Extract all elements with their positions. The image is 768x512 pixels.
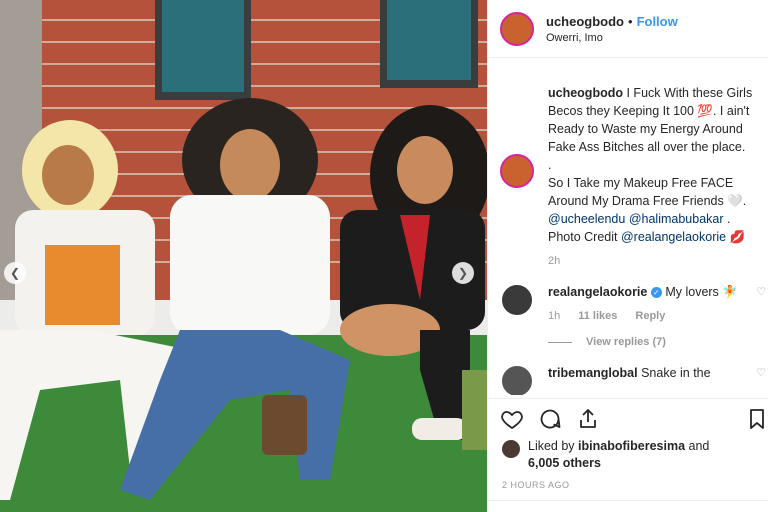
share-icon[interactable] [576,407,600,431]
add-comment-bar[interactable] [488,500,768,512]
header-username[interactable]: ucheogbodo [546,14,624,29]
chevron-left-icon[interactable]: ❮ [4,262,26,284]
mention-link[interactable]: @halimabubakar [629,212,724,226]
chevron-right-icon[interactable]: ❯ [452,262,474,284]
liked-by-prefix: Liked by [528,439,575,453]
likes-count[interactable]: 6,005 others [528,456,601,470]
credit-suffix: 💋 [729,230,746,244]
location-link[interactable]: Owerri, Imo [546,32,678,44]
comment-icon[interactable] [538,407,562,431]
heart-icon[interactable] [500,407,524,431]
post-side-panel: ucheogbodo • Follow Owerri, Imo ucheogbo… [487,0,768,512]
separator-dot: • [628,13,633,29]
instagram-post: ❮ ❯ ucheogbodo • Follow Owerri, Imo uche… [0,0,768,512]
avatar[interactable] [500,154,534,188]
comments-list[interactable]: ucheogbodo I Fuck With these Girls Becos… [488,70,768,395]
liked-by-and: and [688,439,710,453]
avatar[interactable] [500,11,534,46]
view-replies-label: View replies (7) [586,336,666,348]
verified-badge-icon: ✓ [650,287,662,299]
bookmark-icon[interactable] [746,407,768,431]
post-header: ucheogbodo • Follow Owerri, Imo [488,0,768,58]
avatar[interactable] [500,283,534,317]
mention-link[interactable]: @realangelaokorie [621,230,726,244]
caption-time: 2h [548,255,561,267]
mention-link[interactable]: @ucheelendu [548,212,625,226]
comment-time: 1h [548,310,561,322]
comment-like-heart-icon[interactable]: ♡ [756,366,766,379]
photo-scene [0,0,487,512]
comment-text: My lovers 🧚 [665,285,738,299]
divider-line [548,341,572,343]
comment-item: realangelaokorie ✓ My lovers 🧚 ♡ 1h 11 l… [488,283,768,348]
caption-comment: ucheogbodo I Fuck With these Girls Becos… [488,70,768,267]
follow-button[interactable]: Follow [637,14,678,29]
comment-username[interactable]: realangelaokorie [548,285,647,299]
reply-button[interactable]: Reply [635,310,665,322]
avatar[interactable] [500,364,534,395]
view-replies-button[interactable]: View replies (7) [548,336,754,348]
comment-likes[interactable]: 11 likes [578,310,617,322]
avatar[interactable] [502,440,520,458]
post-photo[interactable]: ❮ ❯ [0,0,487,512]
action-bar [488,398,768,438]
comment-username[interactable]: tribemanglobal [548,366,638,380]
caption-text-2: . [548,158,552,172]
likes-summary: Liked by ibinabofiberesima and 6,005 oth… [502,438,758,472]
comment-item: tribemanglobal Snake in the ♡ [488,364,768,395]
credit-prefix: Photo Credit [548,230,618,244]
caption-username[interactable]: ucheogbodo [548,86,623,100]
liked-by-user[interactable]: ibinabofiberesima [578,439,685,453]
comment-like-heart-icon[interactable]: ♡ [756,285,766,298]
post-timestamp: 2 HOURS AGO [502,480,570,490]
comment-text: Snake in the [641,366,711,380]
caption-text-4: . [727,212,731,226]
caption-text-3: So I Take my Makeup Free FACE Around My … [548,176,747,208]
